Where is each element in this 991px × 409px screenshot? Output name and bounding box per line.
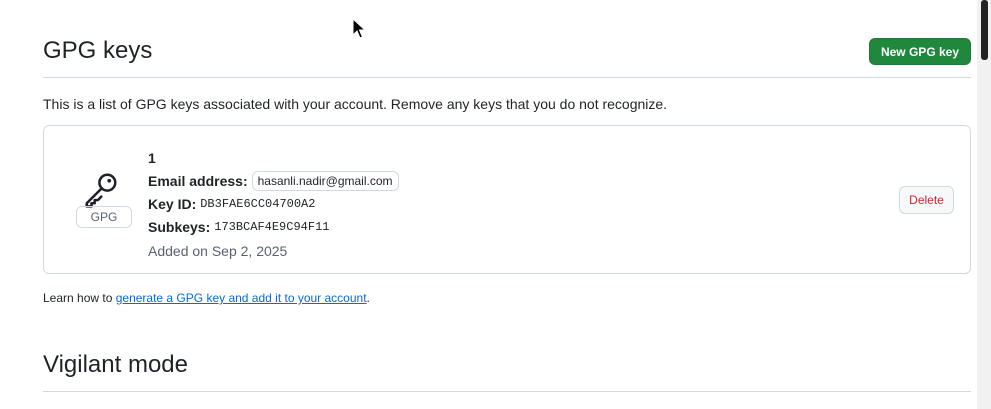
gpg-section-title: GPG keys — [43, 37, 153, 64]
scrollbar[interactable] — [977, 0, 991, 409]
gpg-intro-text: This is a list of GPG keys associated wi… — [43, 96, 668, 112]
generate-gpg-key-link[interactable]: generate a GPG key and add it to your ac… — [116, 291, 367, 305]
mouse-pointer-icon — [352, 18, 366, 39]
learn-suffix: . — [366, 291, 370, 305]
section-divider — [43, 77, 971, 78]
gpg-badge: GPG — [76, 206, 132, 228]
delete-key-button[interactable]: Delete — [899, 186, 954, 214]
section-divider — [43, 391, 971, 392]
email-label: Email address: — [148, 172, 248, 189]
email-value: hasanli.nadir@gmail.com — [251, 170, 399, 191]
added-date: Added on Sep 2, 2025 — [148, 242, 288, 259]
new-gpg-key-button[interactable]: New GPG key — [869, 38, 971, 65]
learn-prefix: Learn how to — [43, 291, 116, 305]
learn-how-text: Learn how to generate a GPG key and add … — [43, 291, 370, 305]
subkeys-value: 173BCAF4E9C94F11 — [214, 219, 330, 234]
key-id-value: DB3FAE6CC04700A2 — [200, 196, 316, 211]
scrollbar-thumb[interactable] — [981, 0, 988, 60]
key-id-label: Key ID: — [148, 195, 197, 212]
key-details: 1 Email address: hasanli.nadir@gmail.com… — [148, 146, 399, 262]
key-icon — [85, 173, 117, 208]
vigilant-section-title: Vigilant mode — [43, 351, 188, 378]
key-name: 1 — [148, 149, 156, 166]
subkeys-label: Subkeys: — [148, 218, 211, 235]
gpg-key-card: GPG 1 Email address: hasanli.nadir@gmail… — [43, 125, 971, 274]
